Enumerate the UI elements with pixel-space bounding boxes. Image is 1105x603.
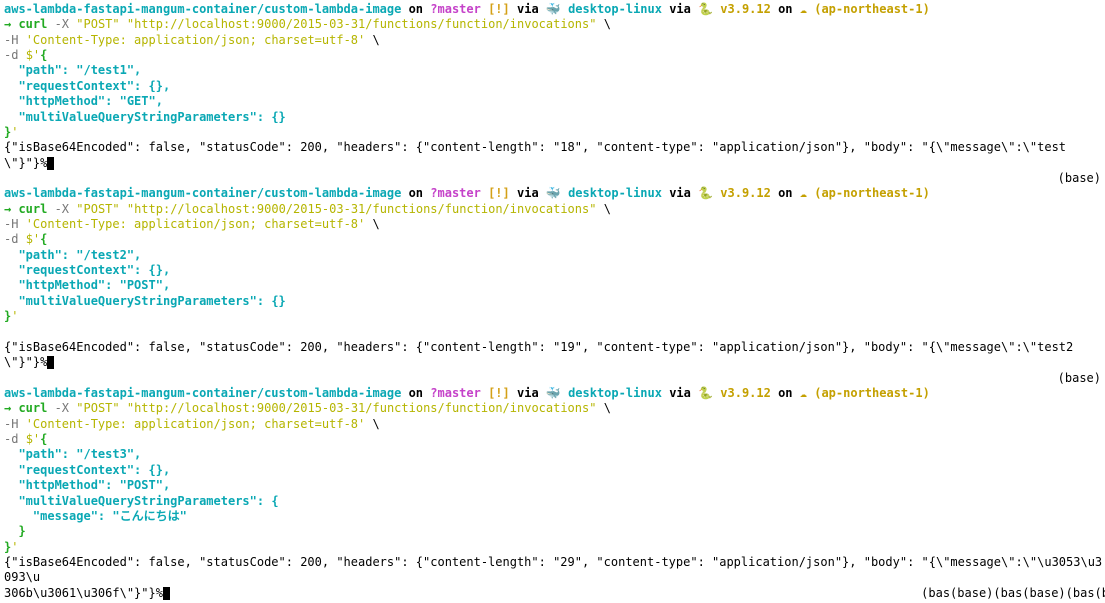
conda-env: (base): [4, 171, 1101, 186]
header-value: 'Content-Type: application/json; charset…: [26, 33, 366, 47]
line-cont: \: [365, 33, 379, 47]
json-line: }: [4, 524, 26, 538]
brace-open: {: [40, 48, 47, 62]
cwd-path: aws-lambda-fastapi-mangum-container/cust…: [4, 186, 401, 200]
line-cont: \: [365, 417, 379, 431]
prompt-arrow: →: [4, 401, 18, 415]
git-dirty: [!]: [488, 386, 510, 400]
curl-response: {"isBase64Encoded": false, "statusCode":…: [4, 555, 1102, 584]
sep-via2: via: [662, 2, 698, 16]
sep-on2: on: [771, 386, 800, 400]
json-line: "multiValueQueryStringParameters": {: [4, 494, 279, 508]
json-line: "httpMethod": "POST",: [4, 478, 170, 492]
opt-h: -H: [4, 417, 26, 431]
line-cont: \: [596, 17, 610, 31]
git-dirty: [!]: [488, 2, 510, 16]
docker-context: desktop-linux: [546, 2, 662, 16]
sep-via1: via: [510, 186, 546, 200]
sep-on: on: [401, 2, 430, 16]
sep-via1: via: [510, 386, 546, 400]
json-line: "multiValueQueryStringParameters": {}: [4, 294, 286, 308]
line-cont: \: [596, 202, 610, 216]
json-line: "httpMethod": "POST",: [4, 278, 170, 292]
opt-x: -X: [47, 401, 76, 415]
json-line: "path": "/test3",: [4, 447, 141, 461]
docker-context: desktop-linux: [546, 186, 662, 200]
json-line: "path": "/test2",: [4, 248, 141, 262]
python-version: v3.9.12: [698, 186, 771, 200]
http-url: "http://localhost:9000/2015-03-31/functi…: [127, 401, 597, 415]
terminal-output: aws-lambda-fastapi-mangum-container/cust…: [4, 2, 1105, 601]
python-version: v3.9.12: [698, 2, 771, 16]
conda-env: (base): [4, 371, 1101, 386]
docker-context: desktop-linux: [546, 386, 662, 400]
quote-close: ': [11, 540, 18, 554]
cwd-path: aws-lambda-fastapi-mangum-container/cust…: [4, 2, 401, 16]
line-cont: \: [596, 401, 610, 415]
opt-d: -d: [4, 432, 26, 446]
cmd-curl: curl: [18, 401, 47, 415]
cmd-curl: curl: [18, 202, 47, 216]
dollar-quote: $': [26, 232, 40, 246]
sep-via1: via: [510, 2, 546, 16]
json-line: "path": "/test1",: [4, 63, 141, 77]
prompt-arrow: →: [4, 202, 18, 216]
json-line: "multiValueQueryStringParameters": {}: [4, 110, 286, 124]
opt-d: -d: [4, 48, 26, 62]
opt-h: -H: [4, 33, 26, 47]
http-url: "http://localhost:9000/2015-03-31/functi…: [127, 202, 597, 216]
sep-on: on: [401, 386, 430, 400]
dollar-quote: $': [26, 432, 40, 446]
sep-on2: on: [771, 186, 800, 200]
json-line: "httpMethod": "GET",: [4, 94, 163, 108]
cursor-icon: [163, 587, 170, 600]
git-dirty: [!]: [488, 186, 510, 200]
quote-close: ': [11, 309, 18, 323]
dollar-quote: $': [26, 48, 40, 62]
opt-d: -d: [4, 232, 26, 246]
json-line: "requestContext": {},: [4, 463, 170, 477]
cwd-path: aws-lambda-fastapi-mangum-container/cust…: [4, 386, 401, 400]
opt-x: -X: [47, 17, 76, 31]
header-value: 'Content-Type: application/json; charset…: [26, 417, 366, 431]
prompt-arrow: →: [4, 17, 18, 31]
git-branch: ?master: [430, 386, 481, 400]
conda-env: (bas(base)(bas(base)(bas(b: [921, 586, 1105, 601]
quote-close: ': [11, 125, 18, 139]
opt-x: -X: [47, 202, 76, 216]
sep-via2: via: [662, 386, 698, 400]
sep-on2: on: [771, 2, 800, 16]
curl-response: {"isBase64Encoded": false, "statusCode":…: [4, 340, 1073, 369]
curl-response-wrap: 306b\u3061\u306f\"}"}%: [4, 586, 163, 600]
brace-open: {: [40, 432, 47, 446]
cmd-curl: curl: [18, 17, 47, 31]
curl-response: {"isBase64Encoded": false, "statusCode":…: [4, 140, 1066, 169]
json-line: "requestContext": {},: [4, 79, 170, 93]
http-method: "POST": [76, 17, 119, 31]
aws-region: (ap-northeast-1): [800, 2, 930, 16]
sep-via2: via: [662, 186, 698, 200]
cursor-icon: [47, 356, 54, 369]
line-cont: \: [365, 217, 379, 231]
http-url: "http://localhost:9000/2015-03-31/functi…: [127, 17, 597, 31]
cursor-icon: [47, 157, 54, 170]
header-value: 'Content-Type: application/json; charset…: [26, 217, 366, 231]
git-branch: ?master: [430, 2, 481, 16]
brace-open: {: [40, 232, 47, 246]
aws-region: (ap-northeast-1): [800, 386, 930, 400]
brace-close: }: [4, 540, 11, 554]
json-line: "requestContext": {},: [4, 263, 170, 277]
opt-h: -H: [4, 217, 26, 231]
git-branch: ?master: [430, 186, 481, 200]
aws-region: (ap-northeast-1): [800, 186, 930, 200]
python-version: v3.9.12: [698, 386, 771, 400]
http-method: "POST": [76, 401, 119, 415]
http-method: "POST": [76, 202, 119, 216]
sep-on: on: [401, 186, 430, 200]
